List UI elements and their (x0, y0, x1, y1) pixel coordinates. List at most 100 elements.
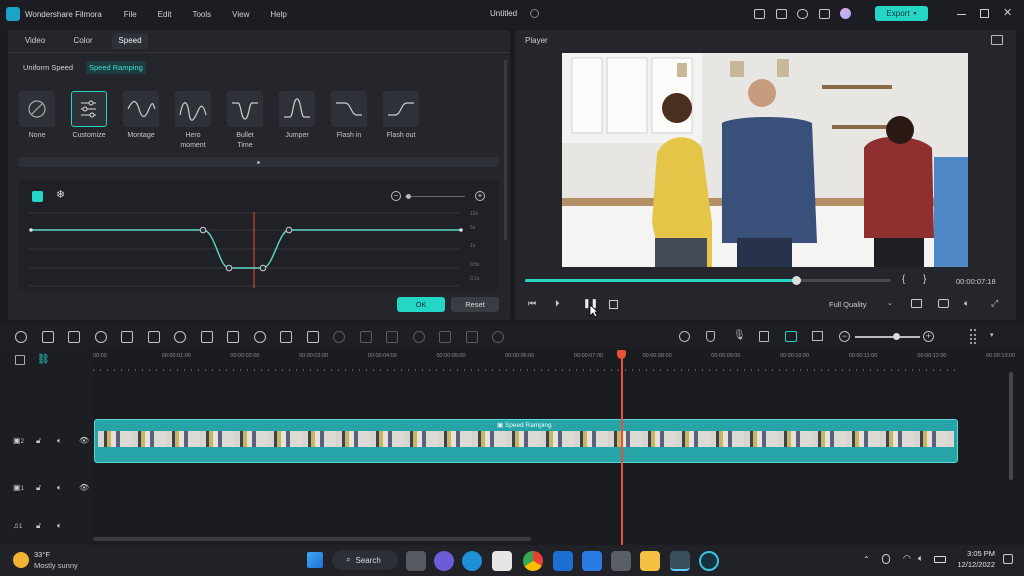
wifi-icon[interactable]: ◠ (903, 553, 911, 564)
stop-icon[interactable] (609, 300, 618, 309)
menu-view[interactable]: View (232, 10, 249, 19)
menu-tools[interactable]: Tools (192, 10, 211, 19)
voiceover-icon[interactable] (759, 331, 769, 342)
clock-time[interactable]: 3:05 PM (951, 549, 995, 558)
link-icon[interactable]: ⛓︎ (37, 354, 50, 365)
close-icon[interactable]: ✕ (1003, 6, 1012, 19)
zoom-slider-thumb[interactable] (406, 194, 411, 199)
minimize-icon[interactable] (957, 14, 966, 15)
weather-status[interactable]: Mostly sunny (34, 561, 78, 570)
render-icon[interactable] (679, 331, 690, 342)
tab-color[interactable]: Color (66, 33, 100, 49)
timeline-zoom-thumb[interactable] (893, 333, 900, 340)
timeline-horizontal-scrollbar[interactable] (93, 537, 531, 541)
chevron-up-icon[interactable]: ⌃ (863, 555, 870, 564)
preset-bullet-time[interactable] (227, 91, 263, 127)
mark-in-icon[interactable]: { (902, 274, 905, 285)
redo-icon[interactable] (68, 331, 80, 343)
camera-snapshot-icon[interactable] (938, 299, 949, 308)
maximize-icon[interactable] (980, 9, 989, 18)
microphone-icon[interactable]: 🎙︎ (733, 330, 746, 341)
speed-icon[interactable] (227, 331, 239, 343)
edge-browser-icon[interactable] (462, 551, 482, 571)
video-preview[interactable] (562, 53, 968, 267)
mask-icon[interactable] (306, 331, 319, 343)
recorder-icon[interactable] (699, 551, 719, 571)
keyframe-icon[interactable] (386, 331, 398, 343)
timer-icon[interactable] (280, 331, 292, 343)
timeline-zoom-out-icon[interactable]: − (839, 331, 850, 342)
avatar[interactable] (840, 8, 851, 19)
eye-icon[interactable]: 👁︎ (79, 436, 89, 445)
shield-icon[interactable] (706, 331, 715, 342)
more-options-icon[interactable]: ▾ (990, 331, 994, 339)
crop-icon[interactable] (174, 331, 186, 343)
clock-date[interactable]: 12/12/2022 (951, 560, 995, 569)
speed-ramping-tab[interactable]: Speed Ramping (86, 61, 146, 74)
battery-icon[interactable] (934, 556, 946, 563)
chevron-down-icon[interactable]: ⌄ (887, 299, 893, 307)
tab-video[interactable]: Video (18, 33, 52, 49)
adjust-icon[interactable] (333, 331, 345, 343)
mute-icon[interactable]: 🔈︎ (57, 436, 62, 446)
eye-icon[interactable]: 👁︎ (79, 483, 89, 492)
chrome-icon[interactable] (523, 551, 543, 571)
undo-icon[interactable] (41, 331, 54, 343)
cut-icon[interactable] (121, 331, 133, 343)
next-frame-icon[interactable]: ⏵ (555, 298, 560, 309)
playback-progress-thumb[interactable] (791, 276, 801, 285)
mute-icon[interactable]: 🔈︎ (57, 483, 62, 493)
volume-icon[interactable]: 🔈︎ (964, 298, 969, 309)
snapshot-settings-icon[interactable] (991, 35, 1003, 45)
task-view-icon[interactable] (406, 551, 426, 571)
quality-select[interactable]: Full Quality (829, 300, 867, 309)
preset-flash-in[interactable] (331, 91, 367, 127)
taskbar-search[interactable]: ⌕ Search (332, 550, 398, 570)
preset-hero-moment[interactable] (175, 91, 211, 127)
text-icon[interactable] (200, 331, 213, 343)
pip-icon[interactable] (812, 331, 823, 341)
file-explorer-icon[interactable] (640, 551, 660, 571)
motion-track-icon[interactable] (439, 331, 451, 343)
teams-chat-icon[interactable] (434, 551, 454, 571)
delete-icon[interactable] (94, 331, 107, 343)
color-icon[interactable] (253, 331, 266, 343)
grid-handle-icon[interactable] (970, 329, 976, 344)
lock-icon[interactable]: 🔓︎ (36, 436, 41, 446)
save-icon[interactable] (776, 9, 787, 19)
notifications-icon[interactable] (1003, 554, 1013, 564)
snap-icon[interactable] (785, 331, 797, 342)
gift-icon[interactable] (819, 9, 830, 19)
export-button[interactable]: Export ▾ (875, 6, 928, 21)
windows-start-icon[interactable] (307, 552, 323, 568)
stabilize-icon[interactable] (412, 331, 425, 343)
zoom-slider[interactable] (405, 196, 465, 197)
weather-temp[interactable]: 33°F (34, 550, 50, 559)
filmora-taskbar-icon[interactable] (670, 551, 690, 571)
timeline-vertical-scrollbar[interactable] (1009, 372, 1013, 480)
fullscreen-icon[interactable]: ⤢ (991, 298, 998, 309)
audio-stretch-icon[interactable] (359, 331, 372, 343)
preset-jumper[interactable] (279, 91, 315, 127)
uniform-speed-tab[interactable]: Uniform Speed (20, 61, 76, 74)
monitor-icon[interactable] (754, 9, 765, 19)
reset-button[interactable]: Reset (451, 297, 499, 312)
preset-none[interactable] (19, 91, 55, 127)
preset-flash-out[interactable] (383, 91, 419, 127)
lock-icon[interactable]: 🔓︎ (36, 483, 41, 493)
menu-edit[interactable]: Edit (158, 10, 172, 19)
store-icon[interactable] (492, 551, 512, 571)
speed-curve-graph[interactable] (19, 200, 499, 290)
display-icon[interactable] (911, 299, 922, 308)
ok-button[interactable]: OK (397, 297, 445, 312)
tag-icon[interactable] (147, 331, 160, 343)
timeline-zoom-slider[interactable] (855, 336, 920, 338)
calculator-icon[interactable] (611, 551, 631, 571)
timeline-zoom-in-icon[interactable]: + (923, 331, 934, 342)
mute-icon[interactable]: 🔈︎ (57, 521, 62, 531)
preset-customize[interactable] (71, 91, 107, 127)
tab-speed[interactable]: Speed (112, 33, 148, 49)
mail-icon[interactable] (553, 551, 573, 571)
panel-scrollbar[interactable] (504, 60, 507, 240)
notepad-icon[interactable] (582, 551, 602, 571)
